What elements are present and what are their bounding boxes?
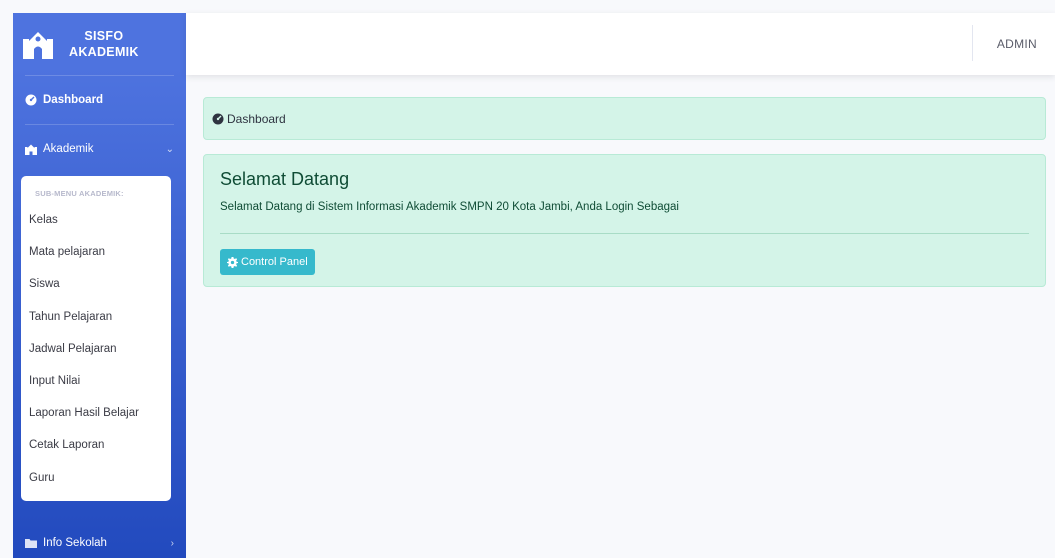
gear-icon xyxy=(227,256,238,268)
control-panel-button[interactable]: Control Panel xyxy=(220,249,315,275)
control-panel-label: Control Panel xyxy=(241,256,308,268)
folder-icon xyxy=(25,539,37,548)
submenu-item-kelas[interactable]: Kelas xyxy=(21,204,171,236)
submenu-item-jadwal-pelajaran[interactable]: Jadwal Pelajaran xyxy=(21,333,171,365)
sidebar-item-akademik[interactable]: Akademik ⌄ xyxy=(13,125,186,173)
sidebar-item-label: Info Sekolah xyxy=(43,537,107,549)
submenu-item-input-nilai[interactable]: Input Nilai xyxy=(21,365,171,397)
submenu-item-cetak-laporan[interactable]: Cetak Laporan xyxy=(21,429,171,461)
chevron-down-icon: ⌄ xyxy=(165,143,174,155)
chevron-right-icon: › xyxy=(170,537,174,549)
brand-text: SISFO AKADEMIK xyxy=(69,28,139,60)
user-menu[interactable]: ADMIN xyxy=(997,13,1037,75)
school-icon xyxy=(25,144,37,155)
submenu-header: SUB-MENU AKADEMIK: xyxy=(35,189,124,198)
submenu-item-siswa[interactable]: Siswa xyxy=(21,268,171,300)
tachometer-icon xyxy=(212,113,224,124)
sidebar: SISFO AKADEMIK Dashboard Akademik ⌄ SUB-… xyxy=(13,13,186,558)
welcome-divider xyxy=(220,233,1029,234)
submenu-akademik: SUB-MENU AKADEMIK: Kelas Mata pelajaran … xyxy=(21,176,171,501)
welcome-text: Selamat Datang di Sistem Informasi Akade… xyxy=(220,201,679,213)
topbar-divider xyxy=(972,25,973,61)
submenu-item-tahun-pelajaran[interactable]: Tahun Pelajaran xyxy=(21,301,171,333)
sidebar-item-dashboard[interactable]: Dashboard xyxy=(13,76,186,124)
brand[interactable]: SISFO AKADEMIK xyxy=(13,13,186,75)
submenu-item-mata-pelajaran[interactable]: Mata pelajaran xyxy=(21,236,171,268)
submenu-item-guru[interactable]: Guru xyxy=(21,462,171,494)
welcome-card: Selamat Datang Selamat Datang di Sistem … xyxy=(203,154,1046,287)
breadcrumb: Dashboard xyxy=(203,97,1046,140)
breadcrumb-label: Dashboard xyxy=(227,111,286,126)
topbar: ADMIN xyxy=(186,13,1055,75)
page-title: Selamat Datang xyxy=(220,169,350,189)
school-icon xyxy=(23,32,53,59)
sidebar-item-label: Akademik xyxy=(43,143,94,155)
sidebar-item-label: Dashboard xyxy=(43,94,104,106)
tachometer-icon xyxy=(25,94,37,106)
submenu-item-laporan-hasil-belajar[interactable]: Laporan Hasil Belajar xyxy=(21,397,171,429)
sidebar-item-info-sekolah[interactable]: Info Sekolah › xyxy=(13,528,186,558)
brand-line1: SISFO xyxy=(84,29,124,43)
brand-line2: AKADEMIK xyxy=(69,45,139,59)
